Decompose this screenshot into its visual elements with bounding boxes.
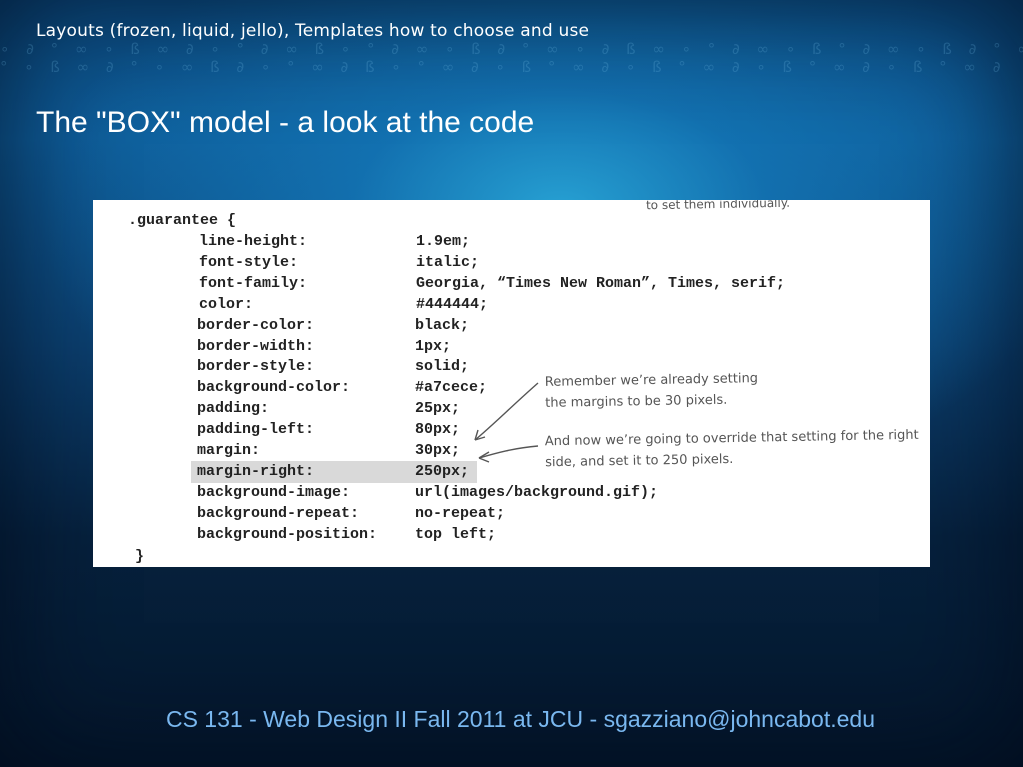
arrow-to-padding-left	[474, 382, 539, 441]
margin-note: Remember we’re already setting the margi…	[545, 368, 759, 414]
decorative-glyph-band: ∘ ∂ ° ∞ ∘ ß ∞ ∂ ∘ ° ∂ ∞ ß ∘ ° ∂ ∞ ∘ ß ∂ …	[0, 40, 1023, 76]
slide-title: The "BOX" model - a look at the code	[36, 106, 535, 139]
annotation-arrows	[474, 382, 539, 463]
footer-text: CS 131 - Web Design II Fall 2011 at JCU …	[165, 706, 876, 732]
slide-footer: CS 131 - Web Design II Fall 2011 at JCU …	[0, 706, 1023, 733]
override-note: And now we’re going to override that set…	[545, 425, 920, 474]
slide-header: Layouts (frozen, liquid, jello), Templat…	[36, 21, 590, 41]
margin-note-line-2: the margins to be 30 pixels.	[545, 392, 728, 411]
code-screenshot: to set them individually. .guarantee { l…	[93, 200, 930, 567]
